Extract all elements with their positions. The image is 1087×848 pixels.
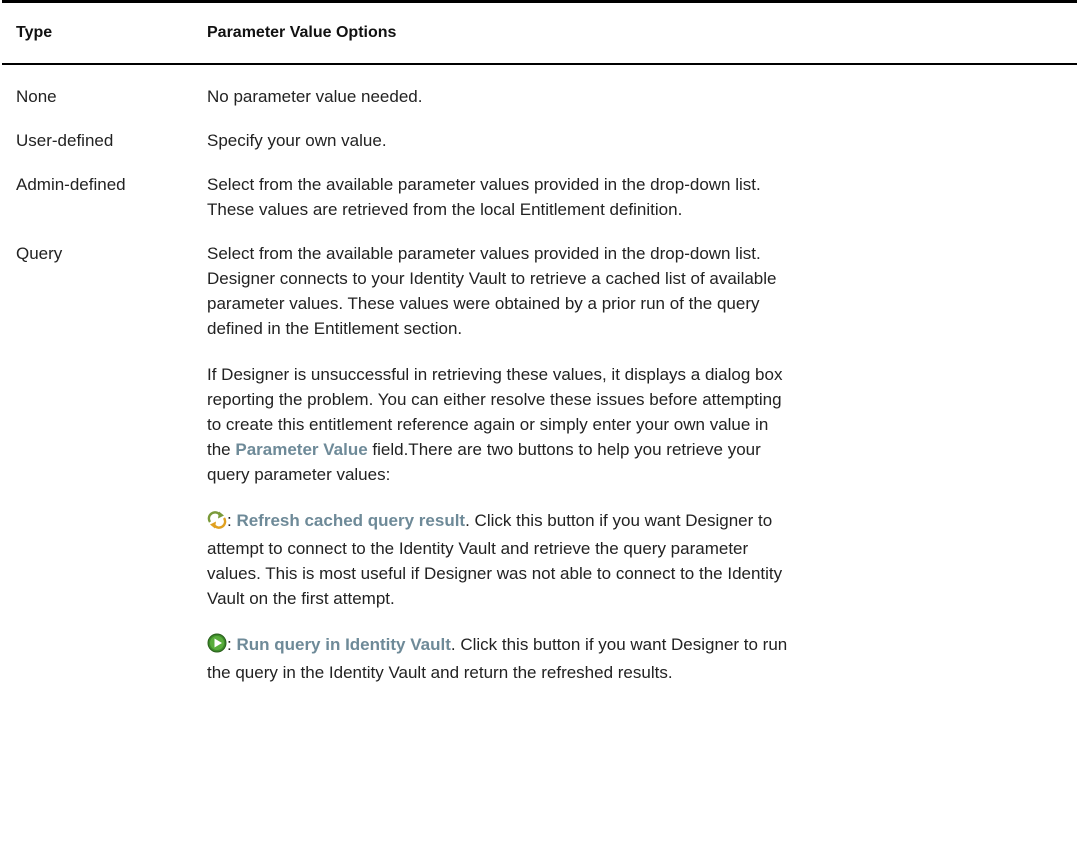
table-header-rule	[2, 63, 1077, 65]
run-query-in-identity-vault-label: Run query in Identity Vault	[236, 635, 451, 654]
text-line: the Parameter Value field.There are two …	[207, 437, 1057, 462]
run-query-icon	[207, 633, 227, 660]
row-type-admin-defined: Admin-defined	[16, 175, 126, 194]
table-row: None No parameter value needed.	[2, 84, 1077, 109]
table-row: Admin-defined Select from the available …	[2, 172, 1077, 222]
text-line: defined in the Entitlement section.	[207, 319, 463, 338]
text-line: the query in the Identity Vault and retu…	[207, 663, 673, 682]
text-line: If Designer is unsuccessful in retrievin…	[207, 365, 783, 384]
text-line: Specify your own value.	[207, 131, 387, 150]
text-line: Select from the available parameter valu…	[207, 244, 761, 263]
table-header-row: Type Parameter Value Options	[2, 3, 1077, 63]
text-fragment: the	[207, 440, 236, 459]
row-text-admin-defined: Select from the available parameter valu…	[207, 172, 1077, 222]
row-text-user-defined: Specify your own value.	[207, 128, 1077, 153]
text-line: query parameter values:	[207, 465, 391, 484]
query-paragraph-3: : Refresh cached query result. Click thi…	[207, 508, 1057, 611]
text-fragment: field.There are two buttons to help you …	[367, 440, 761, 459]
row-type-query: Query	[16, 244, 63, 263]
row-type-user-defined: User-defined	[16, 131, 114, 150]
text-fragment: . Click this button if you want Designer…	[450, 635, 788, 654]
text-line: : Run query in Identity Vault. Click thi…	[207, 632, 1057, 660]
text-line: to create this entitlement reference aga…	[207, 415, 769, 434]
row-text-query: Select from the available parameter valu…	[207, 241, 1077, 685]
text-line: Designer connects to your Identity Vault…	[207, 269, 777, 288]
text-line: parameter values. These values were obta…	[207, 294, 760, 313]
row-text-none: No parameter value needed.	[207, 84, 1077, 109]
parameter-value-field-label: Parameter Value	[235, 440, 368, 459]
text-fragment: . Click this button if you want Designer…	[465, 511, 773, 530]
header-type: Type	[16, 24, 53, 41]
text-line: reporting the problem. You can either re…	[207, 390, 782, 409]
parameter-value-table: Type Parameter Value Options None No par…	[2, 0, 1077, 685]
text-line: : Refresh cached query result. Click thi…	[207, 508, 1057, 536]
query-paragraph-1: Select from the available parameter valu…	[207, 241, 1057, 341]
header-parameter-value-options: Parameter Value Options	[207, 24, 397, 41]
refresh-icon	[207, 511, 227, 536]
text-line: Select from the available parameter valu…	[207, 175, 761, 194]
text-line: No parameter value needed.	[207, 87, 423, 106]
query-paragraph-4: : Run query in Identity Vault. Click thi…	[207, 632, 1057, 685]
table-row: Query Select from the available paramete…	[2, 241, 1077, 685]
query-paragraph-2: If Designer is unsuccessful in retrievin…	[207, 362, 1057, 487]
refresh-cached-query-result-label: Refresh cached query result	[236, 511, 466, 530]
text-line: Vault on the first attempt.	[207, 589, 395, 608]
table-row: User-defined Specify your own value.	[2, 128, 1077, 153]
text-line: These values are retrieved from the loca…	[207, 200, 683, 219]
text-line: values. This is most useful if Designer …	[207, 564, 783, 583]
text-line: attempt to connect to the Identity Vault…	[207, 539, 749, 558]
row-type-none: None	[16, 87, 57, 106]
